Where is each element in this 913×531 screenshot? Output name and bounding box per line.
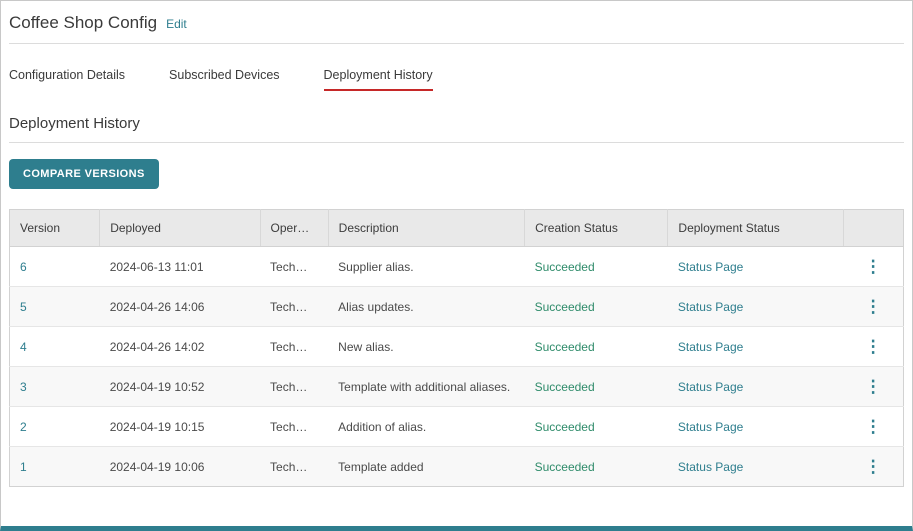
version-link[interactable]: 2 <box>20 420 27 434</box>
column-header-actions <box>843 210 903 247</box>
column-header-description: Description <box>328 210 524 247</box>
edit-link[interactable]: Edit <box>166 17 187 31</box>
kebab-menu-icon[interactable]: ⋮ <box>865 298 882 315</box>
section-divider <box>9 142 904 143</box>
column-header-version: Version <box>10 210 100 247</box>
table-header-row: Version Deployed Oper… Description Creat… <box>10 210 904 247</box>
column-header-deployed: Deployed <box>100 210 260 247</box>
column-header-deployment-status: Deployment Status <box>668 210 843 247</box>
status-page-link[interactable]: Status Page <box>678 380 743 394</box>
status-page-link[interactable]: Status Page <box>678 260 743 274</box>
table-row: 2 2024-04-19 10:15 Tech… Addition of ali… <box>10 407 904 447</box>
version-link[interactable]: 1 <box>20 460 27 474</box>
operator-cell: Tech… <box>260 287 328 327</box>
page-title: Coffee Shop Config <box>9 13 157 33</box>
description-cell: Template with additional aliases. <box>328 367 524 407</box>
version-link[interactable]: 6 <box>20 260 27 274</box>
page-header: Coffee Shop Config Edit <box>9 13 904 33</box>
deployed-cell: 2024-06-13 11:01 <box>100 247 260 287</box>
deployment-history-table: Version Deployed Oper… Description Creat… <box>9 209 904 487</box>
operator-cell: Tech… <box>260 327 328 367</box>
tab-deployment-history[interactable]: Deployment History <box>324 68 433 91</box>
version-link[interactable]: 3 <box>20 380 27 394</box>
table-row: 6 2024-06-13 11:01 Tech… Supplier alias.… <box>10 247 904 287</box>
status-page-link[interactable]: Status Page <box>678 300 743 314</box>
operator-cell: Tech… <box>260 367 328 407</box>
deployed-cell: 2024-04-19 10:06 <box>100 447 260 487</box>
header-divider <box>9 43 904 44</box>
section-title: Deployment History <box>9 115 904 132</box>
config-detail-page: Coffee Shop Config Edit Configuration De… <box>0 0 913 531</box>
creation-status-badge: Succeeded <box>535 340 595 354</box>
creation-status-badge: Succeeded <box>535 460 595 474</box>
operator-cell: Tech… <box>260 247 328 287</box>
table-row: 5 2024-04-26 14:06 Tech… Alias updates. … <box>10 287 904 327</box>
version-link[interactable]: 4 <box>20 340 27 354</box>
operator-cell: Tech… <box>260 407 328 447</box>
deployed-cell: 2024-04-19 10:52 <box>100 367 260 407</box>
description-cell: Template added <box>328 447 524 487</box>
description-cell: Alias updates. <box>328 287 524 327</box>
status-page-link[interactable]: Status Page <box>678 460 743 474</box>
creation-status-badge: Succeeded <box>535 380 595 394</box>
kebab-menu-icon[interactable]: ⋮ <box>865 338 882 355</box>
kebab-menu-icon[interactable]: ⋮ <box>865 258 882 275</box>
deployed-cell: 2024-04-26 14:02 <box>100 327 260 367</box>
description-cell: Addition of alias. <box>328 407 524 447</box>
kebab-menu-icon[interactable]: ⋮ <box>865 418 882 435</box>
description-cell: Supplier alias. <box>328 247 524 287</box>
tab-bar: Configuration Details Subscribed Devices… <box>9 68 904 91</box>
compare-versions-button[interactable]: COMPARE VERSIONS <box>9 159 159 189</box>
kebab-menu-icon[interactable]: ⋮ <box>865 378 882 395</box>
creation-status-badge: Succeeded <box>535 260 595 274</box>
version-link[interactable]: 5 <box>20 300 27 314</box>
status-page-link[interactable]: Status Page <box>678 340 743 354</box>
column-header-creation-status: Creation Status <box>525 210 668 247</box>
kebab-menu-icon[interactable]: ⋮ <box>865 458 882 475</box>
creation-status-badge: Succeeded <box>535 420 595 434</box>
operator-cell: Tech… <box>260 447 328 487</box>
tab-subscribed-devices[interactable]: Subscribed Devices <box>169 68 279 91</box>
column-header-operator: Oper… <box>260 210 328 247</box>
tab-configuration-details[interactable]: Configuration Details <box>9 68 125 91</box>
table-row: 4 2024-04-26 14:02 Tech… New alias. Succ… <box>10 327 904 367</box>
creation-status-badge: Succeeded <box>535 300 595 314</box>
description-cell: New alias. <box>328 327 524 367</box>
status-page-link[interactable]: Status Page <box>678 420 743 434</box>
deployed-cell: 2024-04-19 10:15 <box>100 407 260 447</box>
table-row: 1 2024-04-19 10:06 Tech… Template added … <box>10 447 904 487</box>
deployed-cell: 2024-04-26 14:06 <box>100 287 260 327</box>
table-row: 3 2024-04-19 10:52 Tech… Template with a… <box>10 367 904 407</box>
